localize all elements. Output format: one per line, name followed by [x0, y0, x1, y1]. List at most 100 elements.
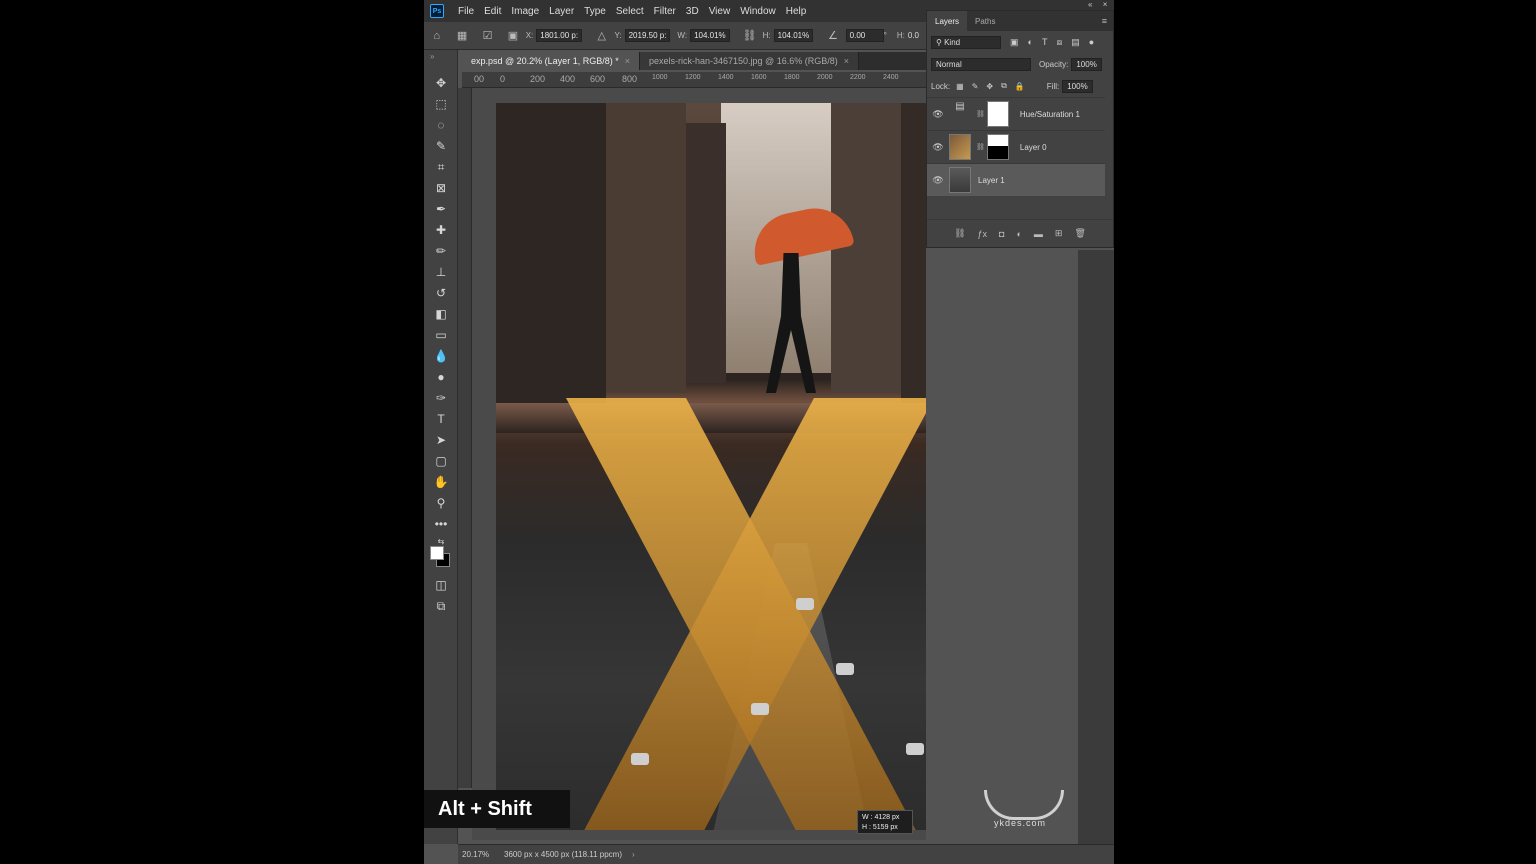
reference-point-icon[interactable]: ▦	[455, 29, 468, 43]
canvas-area[interactable]: W : 4128 px H : 5159 px	[472, 88, 926, 840]
marquee-tool-icon[interactable]: ⬚	[432, 95, 450, 113]
layer-thumbnail[interactable]	[949, 134, 971, 160]
panel-menu-icon[interactable]: ≡	[1102, 16, 1107, 26]
foreground-color-swatch[interactable]	[430, 546, 444, 560]
layer-row[interactable]: 👁 ▤ ⛓ Hue/Saturation 1	[927, 97, 1105, 130]
link-icon[interactable]: ⛓	[743, 29, 757, 43]
crop-tool-icon[interactable]: ⌗	[432, 158, 450, 176]
close-icon[interactable]: ×	[625, 56, 630, 66]
lock-pixels-icon[interactable]: ✎	[972, 82, 979, 91]
h-skew-value[interactable]: 0.0	[908, 31, 919, 40]
group-folder-icon[interactable]: ▬	[1034, 229, 1043, 239]
hand-tool-icon[interactable]: ✋	[432, 473, 450, 491]
w-value[interactable]: 104.01%	[690, 29, 730, 42]
history-brush-tool-icon[interactable]: ↺	[432, 284, 450, 302]
y-value[interactable]: 2019.50 p:	[624, 29, 671, 42]
lock-artboard-icon[interactable]: ⧉	[1001, 81, 1007, 91]
w-field[interactable]: W: 104.01%	[677, 29, 730, 42]
menu-filter[interactable]: Filter	[649, 6, 681, 17]
layer-mask-thumbnail[interactable]	[986, 134, 1009, 160]
filter-toggle-icon[interactable]: ●	[1089, 37, 1094, 47]
visibility-eye-icon[interactable]: 👁	[927, 142, 949, 153]
lock-transparent-icon[interactable]: ▦	[956, 82, 964, 91]
quick-mask-icon[interactable]: ◫	[432, 576, 450, 594]
tab-paths[interactable]: Paths	[967, 11, 1003, 31]
x-value[interactable]: 1801.00 p:	[536, 29, 583, 42]
lock-position-icon[interactable]: ✥	[986, 82, 993, 91]
adjustment-layer-icon[interactable]: ◐	[1016, 229, 1021, 239]
angle-field[interactable]: 0.00 °	[845, 29, 890, 42]
menu-3d[interactable]: 3D	[681, 6, 704, 17]
move-tool-icon[interactable]: ✥	[432, 74, 450, 92]
menu-edit[interactable]: Edit	[479, 6, 506, 17]
blur-tool-icon[interactable]: 💧	[432, 347, 450, 365]
menu-type[interactable]: Type	[579, 6, 611, 17]
healing-brush-tool-icon[interactable]: ✚	[432, 221, 450, 239]
h-skew-field[interactable]: H: 0.0	[897, 31, 919, 40]
shape-filter-icon[interactable]: ⧈	[1056, 37, 1062, 47]
zoom-level[interactable]: 20.17%	[458, 850, 498, 859]
eyedropper-tool-icon[interactable]: ✒	[432, 200, 450, 218]
menu-select[interactable]: Select	[611, 6, 649, 17]
adjustment-filter-icon[interactable]: ◐	[1028, 37, 1033, 47]
kind-filter-select[interactable]: ⚲ Kind	[931, 35, 1001, 49]
layer-row[interactable]: 👁 Layer 1	[927, 163, 1105, 196]
new-layer-icon[interactable]: ⊞	[1055, 228, 1063, 239]
reference-grid-icon[interactable]: ▣	[506, 29, 519, 43]
menu-view[interactable]: View	[704, 6, 736, 17]
link-layers-icon[interactable]: ⛓	[954, 228, 965, 239]
path-selection-tool-icon[interactable]: ➤	[432, 431, 450, 449]
add-mask-icon[interactable]: ◘	[999, 229, 1004, 239]
collapse-panels-icon[interactable]: «	[1088, 0, 1092, 9]
layer-mask-thumbnail[interactable]	[986, 101, 1009, 127]
gradient-tool-icon[interactable]: ▭	[432, 326, 450, 344]
visibility-eye-icon[interactable]: 👁	[927, 109, 949, 120]
trash-icon[interactable]: 🗑	[1074, 228, 1085, 239]
type-tool-icon[interactable]: T	[432, 410, 450, 428]
more-tools-icon[interactable]: •••	[432, 515, 450, 533]
close-panel-icon[interactable]: ×	[1103, 0, 1108, 9]
y-field[interactable]: Y: 2019.50 p:	[614, 29, 671, 42]
delta-icon[interactable]: △	[595, 29, 608, 43]
frame-tool-icon[interactable]: ⊠	[432, 179, 450, 197]
quick-select-tool-icon[interactable]: ✎	[432, 137, 450, 155]
h-value[interactable]: 104.01%	[773, 29, 814, 42]
home-icon[interactable]: ⌂	[430, 29, 443, 43]
opacity-input[interactable]: 100%	[1071, 57, 1102, 71]
pen-tool-icon[interactable]: ✑	[432, 389, 450, 407]
visibility-eye-icon[interactable]: 👁	[927, 175, 949, 186]
fill-input[interactable]: 100%	[1062, 79, 1093, 93]
fx-icon[interactable]: ƒx	[978, 229, 988, 239]
tab-layers[interactable]: Layers	[927, 11, 968, 31]
close-icon[interactable]: ×	[844, 56, 849, 66]
eraser-tool-icon[interactable]: ◧	[432, 305, 450, 323]
clone-stamp-tool-icon[interactable]: ⊥	[432, 263, 450, 281]
layer-row[interactable]: 👁 ⛓ Layer 0	[927, 130, 1105, 163]
x-field[interactable]: X: 1801.00 p:	[526, 29, 583, 42]
shape-tool-icon[interactable]: ▢	[432, 452, 450, 470]
lasso-tool-icon[interactable]: ◌	[432, 116, 450, 134]
collapse-icon[interactable]: »	[430, 52, 434, 61]
lock-all-icon[interactable]: 🔒	[1015, 82, 1025, 91]
screen-mode-icon[interactable]: ⧉	[432, 597, 450, 615]
menu-layer[interactable]: Layer	[544, 6, 579, 17]
menu-window[interactable]: Window	[735, 6, 781, 17]
angle-value[interactable]: 0.00	[845, 29, 884, 42]
menu-file[interactable]: File	[453, 6, 479, 17]
status-menu-icon[interactable]: ›	[632, 850, 635, 859]
type-filter-icon[interactable]: T	[1042, 37, 1048, 47]
tab-exp-psd[interactable]: exp.psd @ 20.2% (Layer 1, RGB/8) * ×	[462, 52, 640, 70]
zoom-tool-icon[interactable]: ⚲	[432, 494, 450, 512]
blend-mode-select[interactable]: Normal	[931, 57, 1031, 71]
menu-image[interactable]: Image	[506, 6, 544, 17]
dodge-tool-icon[interactable]: ●	[432, 368, 450, 386]
brush-tool-icon[interactable]: ✏	[432, 242, 450, 260]
pixel-filter-icon[interactable]: ▣	[1010, 37, 1019, 47]
tab-pexels-jpg[interactable]: pexels-rick-han-3467150.jpg @ 16.6% (RGB…	[639, 52, 859, 70]
menu-help[interactable]: Help	[781, 6, 812, 17]
document-canvas[interactable]	[496, 103, 926, 830]
checkbox-icon[interactable]: ☑	[481, 29, 494, 43]
layer-thumbnail[interactable]	[949, 167, 971, 193]
smart-object-filter-icon[interactable]: ▤	[1071, 37, 1080, 47]
h-field[interactable]: H: 104.01%	[763, 29, 814, 42]
